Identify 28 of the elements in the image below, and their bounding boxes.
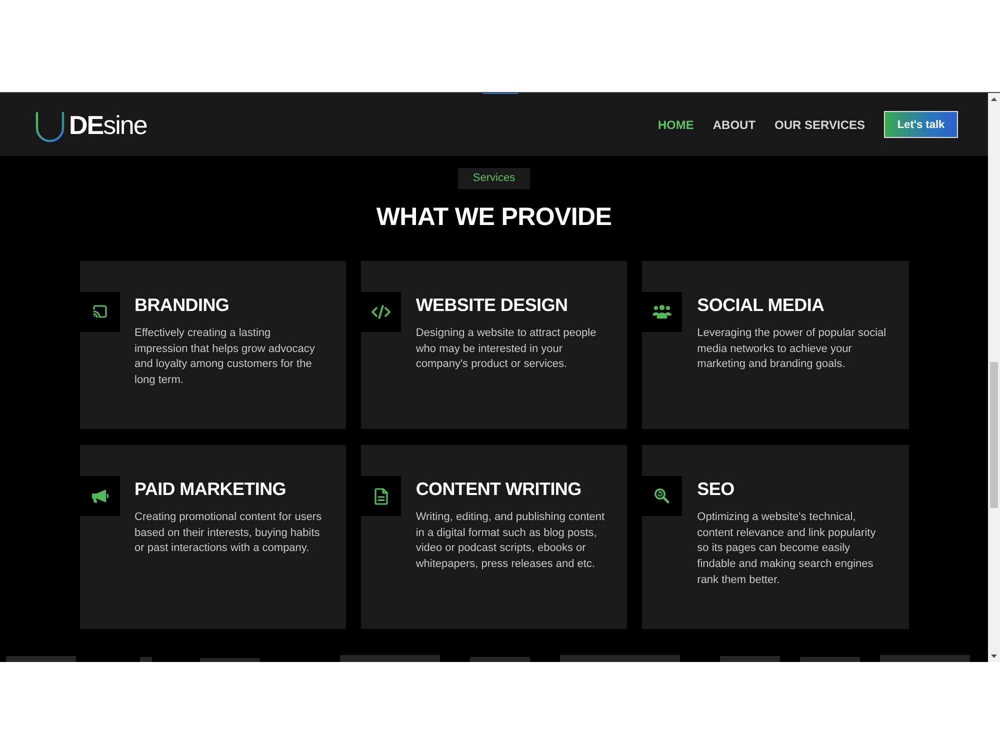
cast-icon bbox=[80, 292, 120, 332]
nav-link[interactable]: OUR SERVICES bbox=[774, 118, 865, 132]
megaphone-icon bbox=[80, 476, 120, 516]
scrollbar-track[interactable] bbox=[988, 93, 1000, 662]
scrollbar-thumb[interactable] bbox=[990, 362, 998, 508]
nav-link[interactable]: HOME bbox=[658, 118, 694, 132]
service-title: PAID MARKETING bbox=[134, 478, 287, 501]
lets-talk-button[interactable]: Let's talk bbox=[884, 111, 958, 138]
nav-link[interactable]: ABOUT bbox=[712, 118, 756, 132]
document-icon bbox=[360, 476, 401, 516]
service-description: Creating promotional content for users based on their interests, buying habits or past interactions with a company. bbox=[134, 510, 323, 556]
service-description: Leveraging the power of popular social media networks to achieve your marketing and branding goals. bbox=[697, 326, 888, 372]
service-title: SEO bbox=[697, 478, 736, 501]
service-description: Writing, editing, and publishing content in a digital format such as blog posts, video or podcast scripts, ebooks or whitepapers, press releases and etc. bbox=[416, 510, 606, 572]
top-indicator-line bbox=[483, 93, 518, 94]
code-icon bbox=[360, 292, 401, 332]
service-description: Designing a website to attract people who may be interested in your company's product or services. bbox=[416, 326, 598, 372]
service-title: CONTENT WRITING bbox=[416, 478, 582, 501]
logo-wordmark[interactable]: DEsine bbox=[69, 110, 147, 140]
service-title: SOCIAL MEDIA bbox=[697, 294, 826, 317]
users-icon bbox=[642, 292, 682, 332]
service-description: Effectively creating a lasting impression that helps grow advocacy and loyalty among customers for the long term. bbox=[134, 326, 316, 388]
section-title: WHAT WE PROVIDE bbox=[376, 202, 612, 233]
service-title: WEBSITE DESIGN bbox=[416, 294, 569, 317]
service-title: BRANDING bbox=[134, 294, 230, 317]
search-icon bbox=[642, 476, 682, 516]
service-description: Optimizing a website's technical, content relevance and link popularity so its pages can become easily findable and making search engines rank them better. bbox=[697, 510, 877, 588]
section-badge: Services bbox=[458, 168, 530, 189]
